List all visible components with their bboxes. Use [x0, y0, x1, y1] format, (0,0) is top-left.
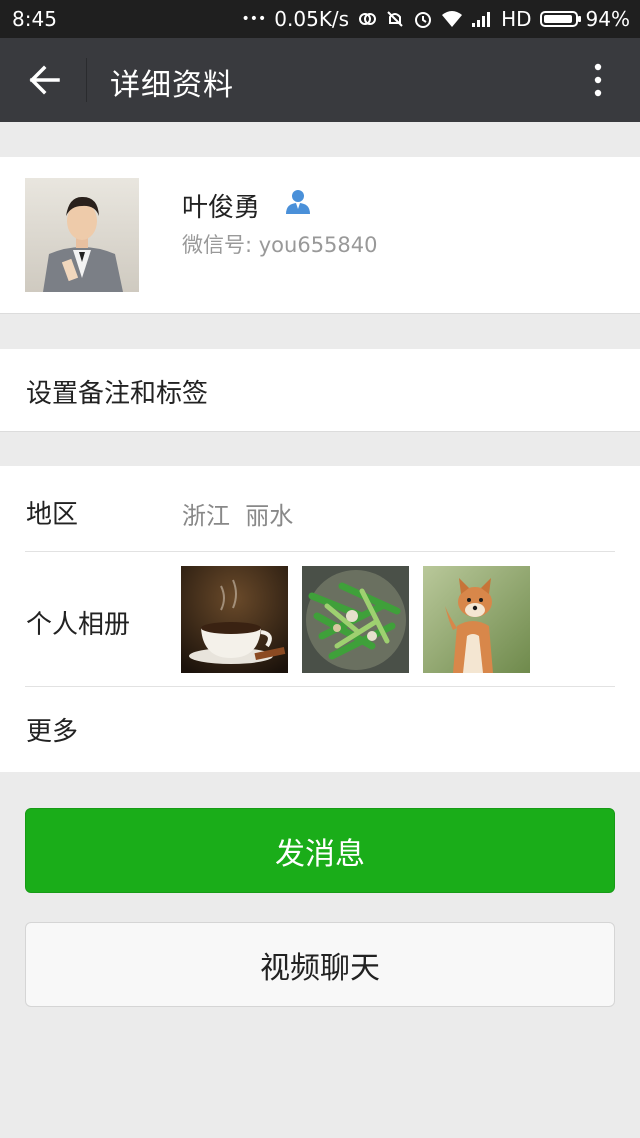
- battery-icon: [539, 11, 581, 27]
- more-vertical-icon: [594, 63, 602, 97]
- remark-tags-row[interactable]: 设置备注和标签: [0, 349, 640, 432]
- status-time: 8:45: [12, 7, 57, 31]
- battery-fill: [543, 15, 572, 23]
- remark-tags-label: 设置备注和标签: [26, 379, 209, 409]
- sync-icon: [357, 9, 377, 29]
- more-row[interactable]: 更多: [0, 687, 640, 772]
- title-bar: 详细资料: [0, 38, 640, 122]
- contact-name: 叶俊勇: [182, 193, 261, 223]
- region-label: 地区: [26, 500, 79, 530]
- region-row: 地区 浙江 丽水: [0, 466, 640, 551]
- more-button[interactable]: [578, 58, 618, 102]
- info-card: 地区 浙江 丽水 个人相册 更多: [0, 466, 640, 772]
- network-speed: 0.05K/s: [274, 7, 350, 31]
- status-bar: 8:45 ••• 0.05K/s HD 94%: [0, 0, 640, 38]
- network-type: HD: [501, 7, 532, 31]
- shiba-dog-photo[interactable]: [423, 566, 530, 673]
- arrow-left-icon: [29, 65, 60, 95]
- profile-card: 叶俊勇 微信号: you655840: [0, 157, 640, 314]
- vegetables-photo[interactable]: [302, 566, 409, 673]
- signal-icon: [471, 10, 493, 28]
- send-message-button[interactable]: 发消息: [25, 808, 615, 893]
- wifi-icon: [441, 10, 463, 28]
- alarm-icon: [413, 9, 433, 29]
- title-divider: [86, 58, 87, 102]
- battery-percent: 94%: [585, 7, 630, 31]
- video-chat-button[interactable]: 视频聊天: [25, 922, 615, 1007]
- wechat-id: 微信号: you655840: [182, 233, 378, 257]
- more-label: 更多: [26, 717, 79, 747]
- mute-icon: [385, 9, 405, 29]
- status-dots: •••: [241, 11, 267, 27]
- album-label: 个人相册: [26, 610, 131, 640]
- avatar[interactable]: [25, 178, 139, 292]
- status-right-group: ••• 0.05K/s HD 94%: [242, 7, 631, 31]
- back-button[interactable]: [22, 60, 66, 100]
- contact-person-icon: [284, 187, 312, 219]
- page-title: 详细资料: [110, 68, 234, 103]
- coffee-photo[interactable]: [181, 566, 288, 673]
- region-value: 浙江 丽水: [182, 502, 294, 530]
